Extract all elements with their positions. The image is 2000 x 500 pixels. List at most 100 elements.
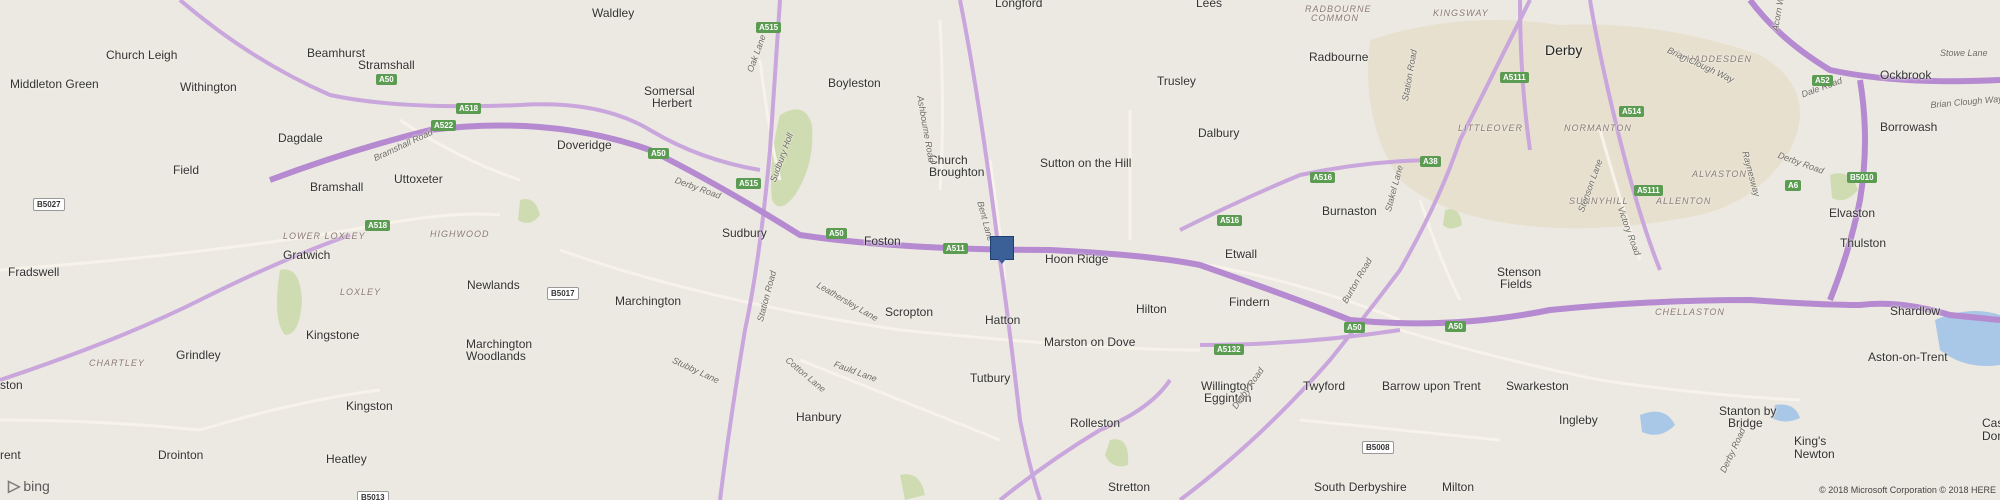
place-label: Heatley <box>326 452 367 466</box>
place-label: CHARTLEY <box>89 358 145 368</box>
place-label: KINGSWAY <box>1433 8 1489 18</box>
road-shield: A5111 <box>1634 185 1663 196</box>
place-label: LOXLEY <box>340 287 382 297</box>
place-label: Findern <box>1229 295 1270 309</box>
place-label: Twyford <box>1303 379 1346 393</box>
place-label: Waldley <box>592 6 635 20</box>
place-label: Radbourne <box>1309 50 1369 64</box>
road-shield: A5132 <box>1214 344 1244 355</box>
road-shield: B5013 <box>357 491 389 500</box>
place-label: Newton <box>1794 447 1835 461</box>
place-label: Elvaston <box>1829 206 1876 220</box>
place-label: Grindley <box>176 348 221 362</box>
place-label: Scropton <box>885 305 934 319</box>
place-label: Derby <box>1545 42 1583 58</box>
place-label: Stretton <box>1108 480 1151 494</box>
road-shield: B5027 <box>33 198 65 211</box>
place-label: Kingston <box>346 399 393 413</box>
place-label: Newlands <box>467 278 520 292</box>
place-label: Lees <box>1196 0 1223 10</box>
place-label: Kingstone <box>306 328 360 342</box>
place-label: Broughton <box>929 165 985 179</box>
place-label: Field <box>173 163 200 177</box>
road-shield: A515 <box>756 22 782 33</box>
place-label: Hilton <box>1136 302 1167 316</box>
place-label: Beamhurst <box>307 46 366 60</box>
road-shield: B5008 <box>1362 441 1394 454</box>
place-label: Ingleby <box>1559 413 1598 427</box>
place-label: Burnaston <box>1322 204 1377 218</box>
road-shield: A518 <box>456 103 482 114</box>
place-label: Drointon <box>158 448 204 462</box>
place-label: Marston on Dove <box>1044 335 1136 349</box>
place-label: Hoon Ridge <box>1045 252 1109 266</box>
place-label: Swarkeston <box>1506 379 1569 393</box>
place-label: Etwall <box>1225 247 1258 261</box>
place-label: LITTLEOVER <box>1458 123 1524 133</box>
place-label: ston <box>0 378 23 392</box>
bing-b-icon: ▷ <box>8 478 21 495</box>
road-shield: A38 <box>1420 156 1441 167</box>
road-label: Stowe Lane <box>1940 48 1988 58</box>
place-label: Foston <box>864 234 901 248</box>
bing-wordmark: bing <box>23 478 50 494</box>
place-label: Withington <box>180 80 237 94</box>
road-shield: A50 <box>648 148 669 159</box>
place-label: Hatton <box>985 313 1021 327</box>
place-label: Dagdale <box>278 131 323 145</box>
bing-logo: ▷ bing <box>8 476 50 496</box>
place-label: COMMON <box>1311 13 1359 23</box>
place-label: Fields <box>1500 277 1533 291</box>
road-shield: A50 <box>1344 322 1365 333</box>
road-shield: B5017 <box>547 287 579 300</box>
place-label: LOWER LOXLEY <box>283 231 366 241</box>
road-shield: A522 <box>431 120 457 131</box>
map-attribution: © 2018 Microsoft Corporation © 2018 HERE <box>1819 485 1996 495</box>
road-shield: A516 <box>1217 215 1243 226</box>
place-label: Bridge <box>1728 416 1763 430</box>
place-label: ALLENTON <box>1656 196 1712 206</box>
road-shield: A52 <box>1812 75 1833 86</box>
place-label: Milton <box>1442 480 1475 494</box>
road-shield: A50 <box>1445 321 1466 332</box>
place-label: Marchington <box>615 294 682 308</box>
place-label: Donin <box>1982 429 2000 443</box>
road-shield: A5111 <box>1500 72 1529 83</box>
place-label: King's <box>1794 434 1827 448</box>
place-label: Shardlow <box>1890 304 1941 318</box>
road-shield: A518 <box>365 220 391 231</box>
place-label: Tutbury <box>970 371 1011 385</box>
place-label: ALVASTON <box>1692 169 1747 179</box>
road-shield: A516 <box>1310 172 1336 183</box>
place-label: Ockbrook <box>1880 68 1932 82</box>
road-shield: A6 <box>1785 180 1802 191</box>
place-label: Cast <box>1982 416 2000 430</box>
place-label: Middleton Green <box>10 77 99 91</box>
place-label: HIGHWOOD <box>430 229 490 239</box>
road-shield: A50 <box>826 228 847 239</box>
place-label: rent <box>0 448 21 462</box>
place-label: Sutton on the Hill <box>1040 156 1132 170</box>
road-shield: A511 <box>943 243 968 254</box>
location-marker[interactable] <box>990 236 1014 264</box>
place-label: Woodlands <box>466 349 526 363</box>
map-canvas[interactable]: Waldley Longford Lees RADBOURNE COMMON KINGSW… <box>0 0 2000 500</box>
road-shield: B5010 <box>1847 172 1877 183</box>
place-label: Dalbury <box>1198 126 1240 140</box>
place-label: Bramshall <box>310 180 364 194</box>
place-label: Thulston <box>1840 236 1887 250</box>
place-label: NORMANTON <box>1564 123 1632 133</box>
place-label: Boyleston <box>828 76 881 90</box>
place-label: Borrowash <box>1880 120 1938 134</box>
place-label: Barrow upon Trent <box>1382 379 1481 393</box>
place-label: Stramshall <box>358 58 415 72</box>
place-label: South Derbyshire <box>1314 480 1407 494</box>
place-label: Fradswell <box>8 265 60 279</box>
place-label: Uttoxeter <box>394 172 443 186</box>
road-shield: A515 <box>736 178 762 189</box>
place-label: Trusley <box>1157 74 1196 88</box>
place-label: Gratwich <box>283 248 331 262</box>
road-shield: A514 <box>1619 106 1645 117</box>
place-label: Hanbury <box>796 410 842 424</box>
place-label: CHELLASTON <box>1655 307 1725 317</box>
